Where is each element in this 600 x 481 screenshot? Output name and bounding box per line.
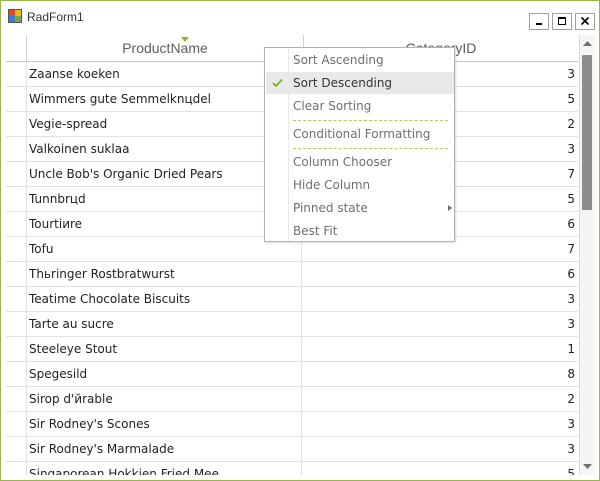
row-indicator[interactable] [6, 212, 27, 236]
table-row[interactable]: Steeleye Stout 1 [6, 337, 578, 362]
cell-productname[interactable]: Thьringer Rostbratwurst [29, 262, 302, 286]
menu-item-label: Column Chooser [293, 155, 393, 169]
table-row[interactable]: Spegesild 8 [6, 362, 578, 387]
row-indicator[interactable] [6, 187, 27, 211]
column-header-productname[interactable]: ProductName [27, 35, 304, 61]
row-indicator[interactable] [6, 462, 27, 475]
cell-productname[interactable]: Valkoinen suklaa [29, 137, 302, 161]
table-row[interactable]: Teatime Chocolate Biscuits 3 [6, 287, 578, 312]
cell-categoryid[interactable]: 1 [304, 337, 575, 361]
table-row[interactable]: Sirop d'йrable 2 [6, 387, 578, 412]
cell-productname[interactable]: Tunnbrцd [29, 187, 302, 211]
scroll-up-icon[interactable] [583, 41, 592, 46]
column-header-label: ProductName [122, 40, 208, 56]
close-button[interactable] [575, 13, 595, 30]
row-indicator[interactable] [6, 87, 27, 111]
title-bar: RadForm1 [1, 1, 599, 33]
menu-item-label: Pinned state [293, 201, 368, 215]
row-indicator[interactable] [6, 162, 27, 186]
cell-productname[interactable]: Spegesild [29, 362, 302, 386]
row-indicator[interactable] [6, 237, 27, 261]
app-window: RadForm1 ProductName Zaanse koeken 3 Wim… [0, 0, 600, 481]
row-indicator[interactable] [6, 362, 27, 386]
scroll-down-icon[interactable] [583, 464, 592, 469]
menu-item-pinned-state[interactable]: Pinned state [266, 197, 454, 219]
submenu-arrow-icon [448, 205, 452, 211]
window-title: RadForm1 [27, 10, 84, 24]
menu-item-best-fit[interactable]: Best Fit [266, 220, 454, 242]
cell-productname[interactable]: Wimmers gute Semmelknцdel [29, 87, 302, 111]
table-row[interactable]: Sir Rodney's Marmalade 3 [6, 437, 578, 462]
row-indicator[interactable] [6, 62, 27, 86]
menu-item-hide-column[interactable]: Hide Column [266, 174, 454, 196]
sort-indicator-icon [181, 37, 189, 42]
maximize-icon [558, 17, 566, 25]
row-indicator[interactable] [6, 337, 27, 361]
menu-item-sort-descending[interactable]: Sort Descending [266, 72, 454, 94]
menu-item-label: Best Fit [293, 224, 338, 238]
row-indicator[interactable] [6, 412, 27, 436]
menu-item-conditional-formatting[interactable]: Conditional Formatting [266, 123, 454, 145]
cell-categoryid[interactable]: 3 [304, 312, 575, 336]
cell-categoryid[interactable]: 3 [304, 412, 575, 436]
menu-separator [293, 120, 448, 121]
minimize-button[interactable] [529, 13, 549, 30]
row-indicator[interactable] [6, 262, 27, 286]
row-indicator[interactable] [6, 112, 27, 136]
close-icon [580, 16, 590, 26]
table-row[interactable]: Sir Rodney's Scones 3 [6, 412, 578, 437]
table-row[interactable]: Singaporean Hokkien Fried Mee 5 [6, 462, 578, 475]
cell-productname[interactable]: Sir Rodney's Scones [29, 412, 302, 436]
menu-item-column-chooser[interactable]: Column Chooser [266, 151, 454, 173]
cell-productname[interactable]: Tofu [29, 237, 302, 261]
row-indicator[interactable] [6, 312, 27, 336]
menu-separator [293, 148, 448, 149]
cell-categoryid[interactable]: 8 [304, 362, 575, 386]
row-indicator[interactable] [6, 137, 27, 161]
cell-categoryid[interactable]: 2 [304, 387, 575, 411]
column-context-menu: Sort Ascending Sort Descending Clear Sor… [264, 47, 455, 242]
maximize-button[interactable] [552, 13, 572, 30]
cell-categoryid[interactable]: 5 [304, 462, 575, 475]
cell-productname[interactable]: Sir Rodney's Marmalade [29, 437, 302, 461]
cell-productname[interactable]: Sirop d'йrable [29, 387, 302, 411]
cell-productname[interactable]: Tourtiиre [29, 212, 302, 236]
form-icon [8, 9, 22, 23]
cell-categoryid[interactable]: 6 [304, 262, 575, 286]
cell-productname[interactable]: Vegie-spread [29, 112, 302, 136]
cell-categoryid[interactable]: 3 [304, 287, 575, 311]
menu-item-label: Hide Column [293, 178, 371, 192]
menu-item-sort-ascending[interactable]: Sort Ascending [266, 49, 454, 71]
row-indicator[interactable] [6, 437, 27, 461]
scrollbar-thumb[interactable] [582, 55, 592, 210]
row-indicator-header [6, 35, 27, 61]
row-indicator[interactable] [6, 387, 27, 411]
table-row[interactable]: Tarte au sucre 3 [6, 312, 578, 337]
menu-item-label: Conditional Formatting [293, 127, 431, 141]
cell-productname[interactable]: Tarte au sucre [29, 312, 302, 336]
menu-item-label: Sort Descending [293, 76, 393, 90]
checkmark-icon [272, 78, 283, 88]
row-indicator[interactable] [6, 287, 27, 311]
cell-categoryid[interactable]: 3 [304, 437, 575, 461]
menu-item-label: Sort Ascending [293, 53, 384, 67]
cell-productname[interactable]: Zaanse koeken [29, 62, 302, 86]
cell-productname[interactable]: Singaporean Hokkien Fried Mee [29, 462, 302, 475]
cell-productname[interactable]: Uncle Bob's Organic Dried Pears [29, 162, 302, 186]
table-row[interactable]: Thьringer Rostbratwurst 6 [6, 262, 578, 287]
cell-productname[interactable]: Steeleye Stout [29, 337, 302, 361]
menu-item-label: Clear Sorting [293, 99, 372, 113]
vertical-scrollbar[interactable] [579, 35, 594, 475]
menu-item-clear-sorting[interactable]: Clear Sorting [266, 95, 454, 117]
cell-productname[interactable]: Teatime Chocolate Biscuits [29, 287, 302, 311]
minimize-icon [536, 23, 542, 25]
